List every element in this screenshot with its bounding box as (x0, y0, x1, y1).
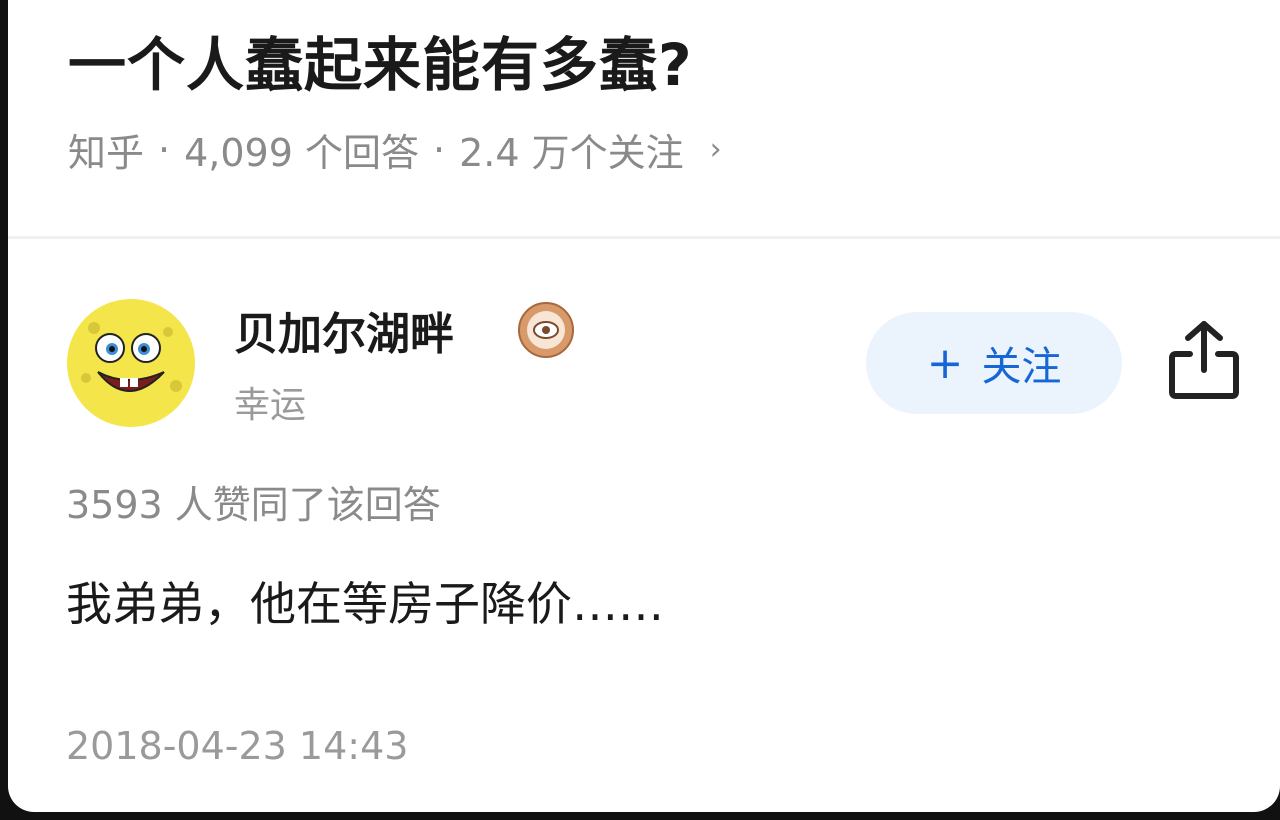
donut-badge-icon (518, 302, 574, 358)
share-icon[interactable] (1166, 318, 1242, 402)
answer-card: 一个人蠢起来能有多蠢? 知乎 · 4,099 个回答 · 2.4 万个关注 › … (8, 0, 1280, 812)
divider (8, 236, 1280, 239)
question-meta[interactable]: 知乎 · 4,099 个回答 · 2.4 万个关注 › (68, 122, 722, 177)
author-tag: 幸运 (234, 385, 307, 426)
question-title[interactable]: 一个人蠢起来能有多蠢? (68, 18, 693, 102)
follow-button[interactable]: + 关注 (866, 312, 1122, 414)
author-name[interactable]: 贝加尔湖畔 (234, 298, 454, 362)
answer-content[interactable]: 我弟弟，他在等房子降价…… (66, 568, 664, 634)
avatar[interactable] (66, 298, 196, 428)
chevron-right-icon: › (709, 132, 722, 167)
answer-timestamp: 2018-04-23 14:43 (66, 724, 409, 768)
source-label: 知乎 (68, 131, 145, 175)
vote-count: 3593 人赞同了该回答 (66, 483, 441, 527)
meta-separator: · (158, 127, 171, 172)
answer-count: 4,099 个回答 (184, 131, 419, 175)
meta-separator: · (432, 127, 446, 172)
plus-icon: + (926, 337, 964, 389)
follow-label: 关注 (981, 344, 1062, 390)
follower-count: 2.4 万个关注 (459, 131, 684, 175)
